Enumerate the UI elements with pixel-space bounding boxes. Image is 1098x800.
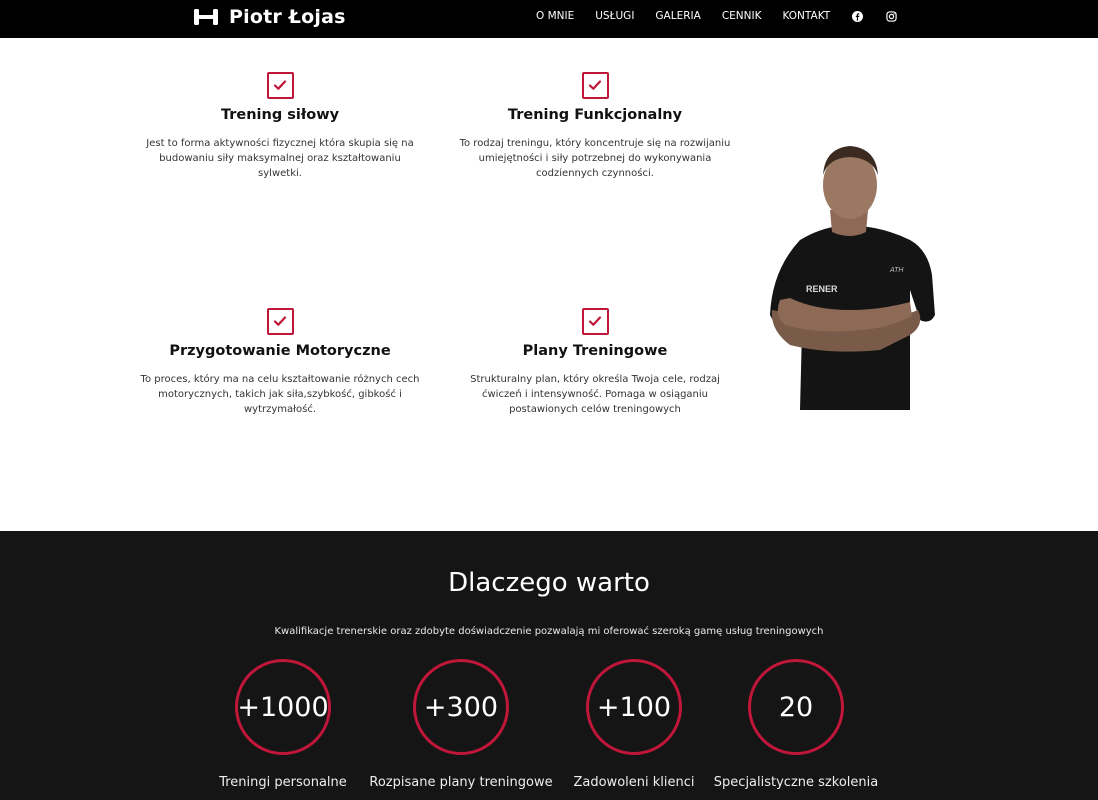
stat-circle: 20 (748, 659, 844, 755)
nav-cennik[interactable]: CENNIK (722, 10, 762, 22)
service-description: Strukturalny plan, który określa Twoja c… (470, 374, 720, 415)
stat-item: +300 Rozpisane plany treningowe (361, 659, 561, 790)
trainer-photo: RENER ATH (770, 146, 935, 410)
service-card-trening-funkcjonalny: Trening Funkcjonalny To rodzaj treningu,… (455, 72, 735, 181)
check-icon (581, 72, 609, 99)
service-description: To proces, który ma na celu kształtowani… (140, 374, 420, 415)
brand-name: Piotr Łojas (229, 6, 346, 28)
main-nav: O MNIE USŁUGI GALERIA CENNIK KONTAKT (536, 10, 919, 22)
logo[interactable]: Piotr Łojas (193, 6, 346, 28)
stat-label: Rozpisane plany treningowe (369, 775, 553, 790)
why-section: Dlaczego warto Kwalifikacje trenerskie o… (0, 531, 1098, 800)
stat-circle: +1000 (235, 659, 331, 755)
service-title: Plany Treningowe (522, 343, 668, 359)
nav-galeria[interactable]: GALERIA (655, 10, 700, 22)
svg-text:ATH: ATH (889, 267, 904, 274)
why-title: Dlaczego warto (448, 568, 650, 598)
service-description: Jest to forma aktywności fizycznej która… (146, 138, 414, 179)
dumbbell-icon (194, 9, 218, 25)
svg-text:RENER: RENER (806, 284, 838, 294)
stat-label: Treningi personalne (219, 775, 347, 790)
service-card-trening-silowy: Trening siłowy Jest to forma aktywności … (140, 72, 420, 181)
service-title: Trening siłowy (220, 107, 340, 123)
service-title: Przygotowanie Motoryczne (169, 343, 391, 359)
site-header: Piotr Łojas O MNIE USŁUGI GALERIA CENNIK… (0, 0, 1098, 38)
facebook-icon[interactable] (851, 10, 863, 22)
stat-circle: +300 (413, 659, 509, 755)
service-title: Trening Funkcjonalny (507, 107, 683, 123)
nav-uslugi[interactable]: USŁUGI (595, 10, 634, 22)
service-description: To rodzaj treningu, który koncentruje si… (459, 138, 731, 179)
stat-circle: +100 (586, 659, 682, 755)
check-icon (581, 308, 609, 335)
why-intro: Kwalifikacje trenerskie oraz zdobyte doś… (274, 626, 824, 637)
nav-kontakt[interactable]: KONTAKT (782, 10, 830, 22)
stat-item: +1000 Treningi personalne (183, 659, 383, 790)
check-icon (266, 72, 294, 99)
stat-label: Specjalistyczne szkolenia (713, 775, 879, 790)
instagram-icon[interactable] (885, 10, 897, 22)
check-icon (266, 308, 294, 335)
nav-o-mnie[interactable]: O MNIE (536, 10, 574, 22)
service-card-plany-treningowe: Plany Treningowe Strukturalny plan, któr… (455, 308, 735, 417)
stat-item: 20 Specjalistyczne szkolenia (696, 659, 896, 790)
service-card-przygotowanie-motoryczne: Przygotowanie Motoryczne To proces, któr… (140, 308, 420, 417)
